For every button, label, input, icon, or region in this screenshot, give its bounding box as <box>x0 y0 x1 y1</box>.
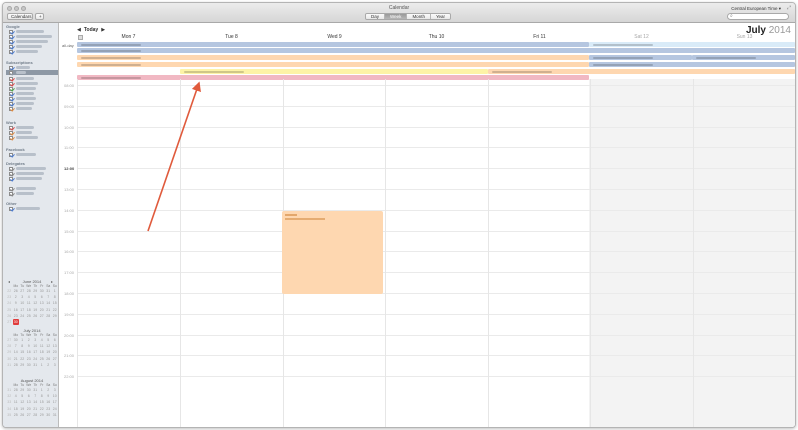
annotation-arrow <box>147 81 201 232</box>
day-column-divider <box>795 79 796 428</box>
calendar-window: Calendar Calendars + Day Week Month Year… <box>2 2 796 428</box>
annotation-arrow-line <box>147 81 201 232</box>
